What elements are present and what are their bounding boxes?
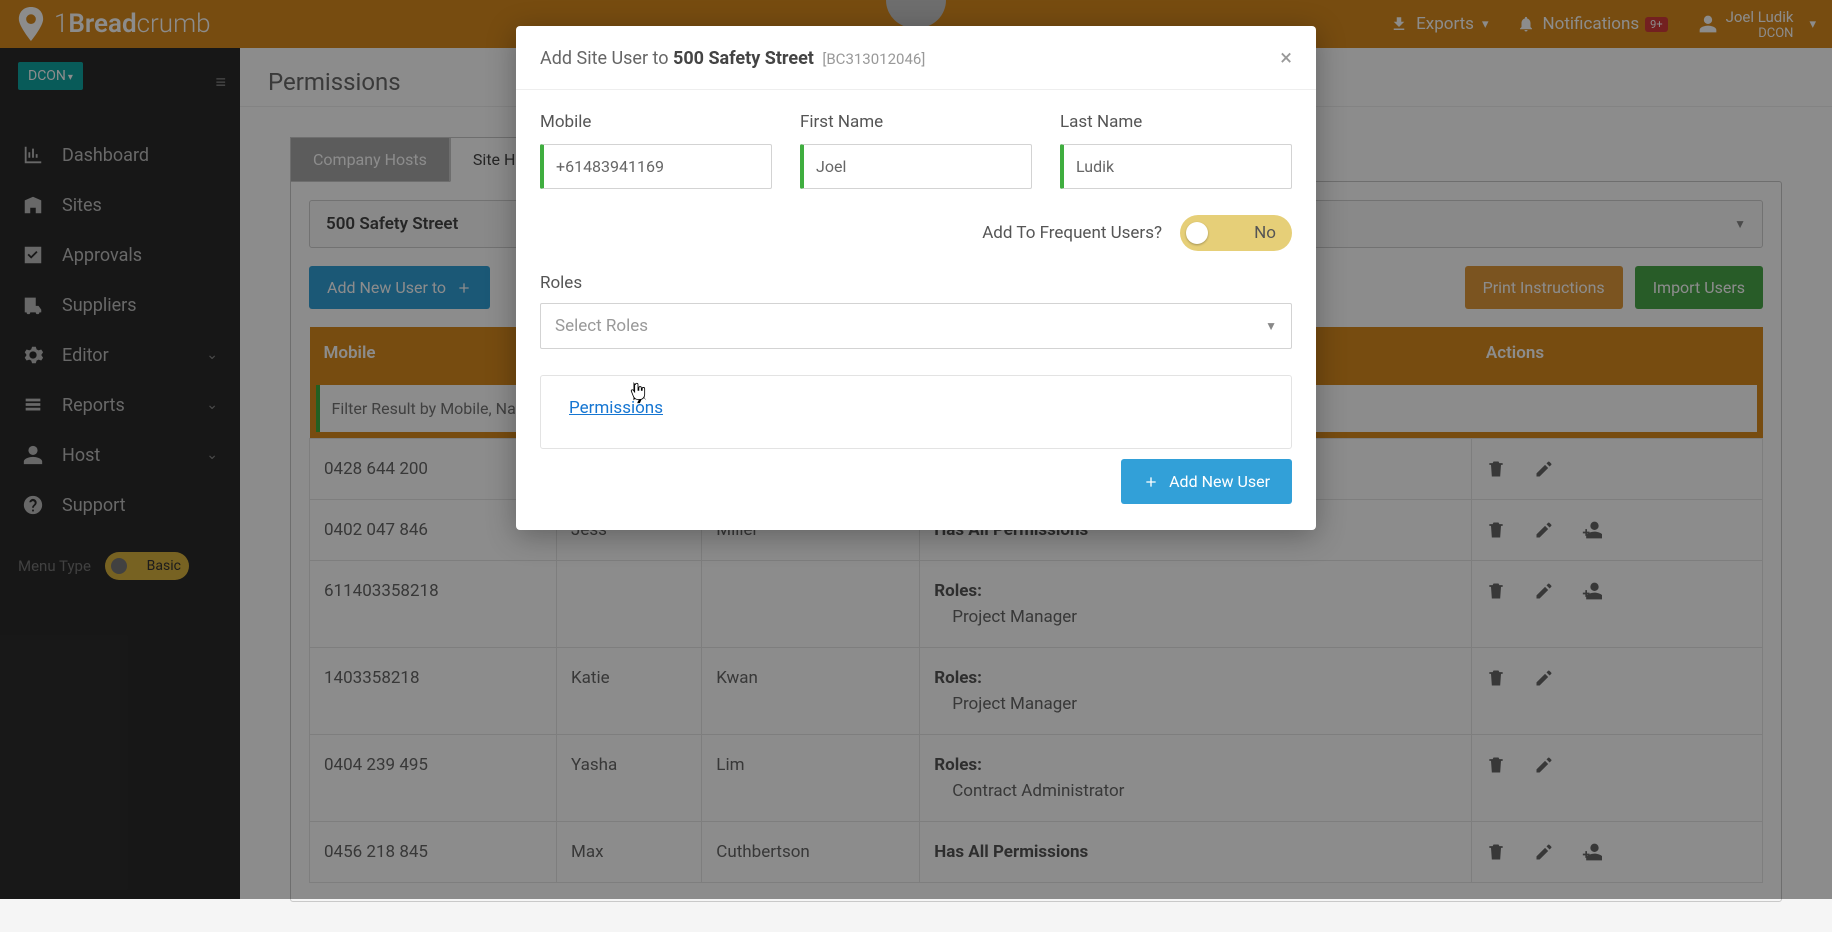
toggle-knob <box>1186 222 1208 244</box>
close-icon[interactable]: × <box>1280 46 1292 71</box>
add-new-user-submit-button[interactable]: Add New User <box>1121 459 1292 504</box>
frequent-users-label: Add To Frequent Users? <box>982 223 1162 243</box>
frequent-users-toggle[interactable]: No <box>1180 215 1292 251</box>
plus-icon <box>1143 474 1159 490</box>
mobile-input[interactable] <box>540 144 772 189</box>
modal-title-prefix: Add Site User to <box>540 48 673 69</box>
roles-label: Roles <box>540 273 1292 293</box>
last-name-label: Last Name <box>1060 112 1292 132</box>
add-site-user-modal: Add Site User to 500 Safety Street [BC31… <box>516 26 1316 530</box>
roles-placeholder: Select Roles <box>555 316 648 336</box>
permissions-link[interactable]: Permissions <box>569 398 663 418</box>
add-btn-label: Add New User <box>1169 472 1270 491</box>
modal-title-code: [BC313012046] <box>822 50 925 68</box>
roles-select[interactable]: Select Roles ▼ <box>540 303 1292 349</box>
frequent-users-value: No <box>1254 223 1276 243</box>
permissions-card: Permissions <box>540 375 1292 449</box>
first-name-label: First Name <box>800 112 1032 132</box>
chevron-down-icon: ▼ <box>1265 319 1277 333</box>
first-name-input[interactable] <box>800 144 1032 189</box>
modal-title-site: 500 Safety Street <box>673 48 814 69</box>
mobile-label: Mobile <box>540 112 772 132</box>
modal-title: Add Site User to 500 Safety Street [BC31… <box>540 48 925 69</box>
last-name-input[interactable] <box>1060 144 1292 189</box>
